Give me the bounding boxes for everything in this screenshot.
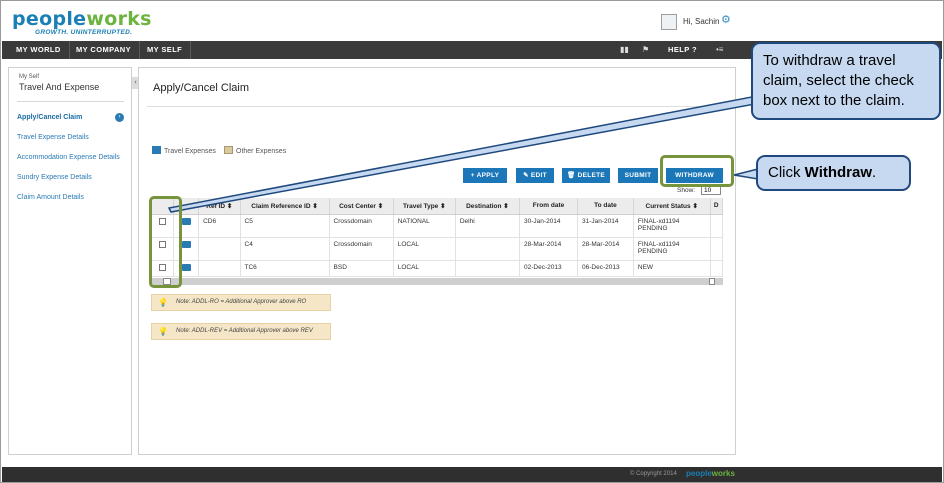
cell-claim-ref: TC6 bbox=[240, 260, 330, 277]
cell-from-date: 02-Dec-2013 bbox=[519, 260, 578, 277]
cell-destination bbox=[455, 260, 521, 277]
nav-my-world[interactable]: MY WORLD bbox=[8, 41, 70, 59]
briefcase-icon bbox=[181, 217, 191, 225]
help-icon: ? bbox=[691, 45, 697, 54]
trash-icon: 🗑 bbox=[566, 172, 576, 179]
cell-cost-center: BSD bbox=[329, 260, 394, 277]
bulb-icon: 💡 bbox=[158, 298, 168, 307]
column-header-from-date[interactable]: From date bbox=[519, 198, 578, 215]
cell-from-date: 28-Mar-2014 bbox=[519, 237, 578, 261]
table-row[interactable]: TC6 BSD LOCAL 02-Dec-2013 06-Dec-2013 NE… bbox=[151, 260, 724, 277]
briefcase-icon bbox=[181, 240, 191, 248]
avatar[interactable] bbox=[661, 14, 677, 30]
briefcase-icon bbox=[181, 263, 191, 271]
title-divider bbox=[147, 106, 733, 107]
edit-button[interactable]: ✎ EDIT bbox=[516, 168, 554, 183]
cell-to-date: 31-Jan-2014 bbox=[577, 214, 634, 238]
cell-destination: Delhi bbox=[455, 214, 521, 238]
callout-select-checkbox: To withdraw a travel claim, select the c… bbox=[751, 42, 941, 120]
sidebar-section-label: My Self bbox=[19, 74, 40, 80]
page-title: Apply/Cancel Claim bbox=[153, 82, 249, 94]
note-addl-rev: 💡 Note: ADDL-REV = Additional Approver ab… bbox=[151, 323, 331, 340]
column-header-claim-reference-id[interactable]: Claim Reference ID ⬍ bbox=[240, 198, 330, 215]
nav-my-company[interactable]: MY COMPANY bbox=[68, 41, 140, 59]
tab-travel-expenses[interactable]: Travel Expenses bbox=[152, 146, 216, 155]
scroll-right-handle[interactable] bbox=[709, 278, 715, 285]
footer: © Copyright 2014 peopleworks bbox=[2, 467, 942, 482]
column-header-destination[interactable]: Destination ⬍ bbox=[455, 198, 521, 215]
column-header-cost-center[interactable]: Cost Center ⬍ bbox=[329, 198, 394, 215]
top-header: peopleworks GROWTH. UNINTERRUPTED. Hi, S… bbox=[2, 2, 942, 41]
column-header-d[interactable]: D bbox=[710, 198, 724, 215]
sidebar-divider bbox=[17, 101, 124, 102]
table-header-row: Ref ID ⬍ Claim Reference ID ⬍ Cost Cente… bbox=[151, 198, 724, 215]
cell-travel-type: LOCAL bbox=[393, 260, 456, 277]
footer-logo: peopleworks bbox=[686, 469, 735, 478]
cell-status: FINAL-xd1194 PENDING bbox=[633, 214, 711, 238]
menu-icon[interactable]: •≡ bbox=[716, 45, 723, 54]
user-greeting[interactable]: Hi, Sachin bbox=[683, 17, 719, 26]
submit-button[interactable]: SUBMIT bbox=[618, 168, 658, 183]
cell-to-date: 06-Dec-2013 bbox=[577, 260, 634, 277]
settings-icon[interactable]: ⚙ bbox=[721, 13, 731, 26]
cell-ref-id bbox=[198, 237, 241, 261]
cell-to-date: 28-Mar-2014 bbox=[577, 237, 634, 261]
table-horizontal-scrollbar[interactable] bbox=[151, 278, 723, 285]
apply-button[interactable]: + APPLY bbox=[463, 168, 507, 183]
sidebar-title: Travel And Expense bbox=[19, 82, 100, 92]
briefcase-icon bbox=[152, 146, 161, 154]
pencil-icon: ✎ bbox=[523, 172, 529, 179]
cell-destination bbox=[455, 237, 521, 261]
highlight-checkbox-column bbox=[149, 196, 182, 288]
column-header-current-status[interactable]: Current Status ⬍ bbox=[633, 198, 711, 215]
delete-button[interactable]: 🗑 DELETE bbox=[562, 168, 610, 183]
tagline: GROWTH. UNINTERRUPTED. bbox=[35, 29, 133, 36]
help-menu[interactable]: HELP ? bbox=[668, 41, 697, 59]
cell-status: FINAL-xd1194 PENDING bbox=[633, 237, 711, 261]
table-row[interactable]: CD6 C5 Crossdomain NATIONAL Delhi 30-Jan… bbox=[151, 214, 724, 238]
main-panel: Apply/Cancel Claim Travel Expenses Other… bbox=[138, 67, 736, 455]
cell-status: NEW bbox=[633, 260, 711, 277]
bulb-icon: 💡 bbox=[158, 327, 168, 336]
flag-icon[interactable]: ⚑ bbox=[642, 45, 649, 54]
sidebar-item-travel-expense-details[interactable]: Travel Expense Details bbox=[17, 134, 89, 141]
callout-click-withdraw: Click Withdraw. bbox=[756, 155, 911, 191]
cell-ref-id: CD6 bbox=[198, 214, 241, 238]
screen-frame: peopleworks GROWTH. UNINTERRUPTED. Hi, S… bbox=[0, 0, 944, 483]
chevron-right-icon: › bbox=[115, 113, 124, 122]
copyright-text: © Copyright 2014 bbox=[630, 471, 677, 477]
cell-claim-ref: C5 bbox=[240, 214, 330, 238]
cell-travel-type: LOCAL bbox=[393, 237, 456, 261]
tab-other-expenses[interactable]: Other Expenses bbox=[224, 146, 286, 155]
cell-cost-center: Crossdomain bbox=[329, 214, 394, 238]
table-row[interactable]: C4 Crossdomain LOCAL 28-Mar-2014 28-Mar-… bbox=[151, 237, 724, 261]
column-header-travel-type[interactable]: Travel Type ⬍ bbox=[393, 198, 456, 215]
highlight-withdraw-button bbox=[660, 155, 734, 187]
claims-table: Ref ID ⬍ Claim Reference ID ⬍ Cost Cente… bbox=[151, 198, 724, 277]
cell-ref-id bbox=[198, 260, 241, 277]
nav-my-self[interactable]: MY SELF bbox=[139, 41, 192, 59]
column-header-ref-id[interactable]: Ref ID ⬍ bbox=[198, 198, 241, 215]
logo[interactable]: peopleworks bbox=[12, 8, 152, 30]
sidebar-item-claim-amount-details[interactable]: Claim Amount Details bbox=[17, 194, 84, 201]
column-header-to-date[interactable]: To date bbox=[577, 198, 634, 215]
book-icon[interactable]: ▮▮ bbox=[620, 45, 629, 54]
note-addl-ro: 💡 Note: ADDL-RO = Additional Approver abo… bbox=[151, 294, 331, 311]
cell-from-date: 30-Jan-2014 bbox=[519, 214, 578, 238]
sidebar-item-accommodation-expense-details[interactable]: Accommodation Expense Details bbox=[17, 154, 120, 161]
cell-claim-ref: C4 bbox=[240, 237, 330, 261]
document-icon bbox=[224, 146, 233, 154]
page-size-label: Show: bbox=[677, 187, 696, 194]
sidebar: My Self Travel And Expense Apply/Cancel … bbox=[8, 67, 132, 455]
sidebar-item-apply-cancel-claim[interactable]: Apply/Cancel Claim bbox=[17, 114, 82, 121]
cell-travel-type: NATIONAL bbox=[393, 214, 456, 238]
callout-arrow-withdraw bbox=[733, 168, 759, 180]
sidebar-item-sundry-expense-details[interactable]: Sundry Expense Details bbox=[17, 174, 92, 181]
cell-cost-center: Crossdomain bbox=[329, 237, 394, 261]
